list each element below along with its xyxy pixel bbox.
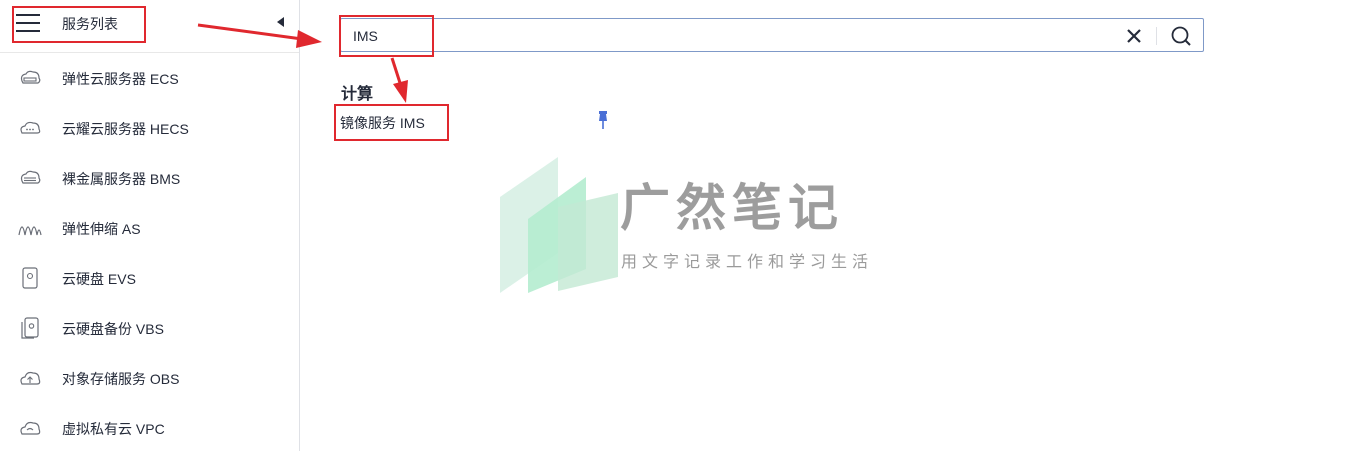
search-icon[interactable]	[1170, 25, 1192, 47]
sidebar-item-as[interactable]: 弹性伸缩 AS	[0, 203, 299, 253]
autoscaling-icon	[18, 226, 42, 236]
obs-cloud-icon	[20, 371, 41, 385]
sidebar-item-label: 弹性云服务器 ECS	[62, 71, 179, 87]
vbs-backup-icon	[21, 317, 39, 339]
sidebar-item-vpc[interactable]: 虚拟私有云 VPC	[0, 403, 299, 453]
service-search-box	[340, 18, 1204, 52]
sidebar-item-label: 云硬盘 EVS	[62, 271, 136, 287]
sidebar-item-hecs[interactable]: 云耀云服务器 HECS	[0, 103, 299, 153]
search-divider	[1156, 27, 1157, 45]
evs-disk-icon	[22, 267, 38, 289]
sidebar-item-ecs[interactable]: 弹性云服务器 ECS	[0, 53, 299, 103]
watermark-title: 广然笔记	[620, 179, 844, 237]
sidebar-item-label: 云耀云服务器 HECS	[62, 121, 189, 137]
sidebar-item-label: 虚拟私有云 VPC	[62, 421, 165, 437]
sidebar-item-label: 云硬盘备份 VBS	[62, 321, 164, 337]
collapse-sidebar-icon[interactable]	[275, 16, 285, 28]
sidebar-item-obs[interactable]: 对象存储服务 OBS	[0, 353, 299, 403]
result-category-title: 计算	[341, 86, 374, 103]
sidebar-item-label: 对象存储服务 OBS	[62, 371, 180, 387]
watermark-logo	[500, 157, 618, 293]
sidebar-item-evs[interactable]: 云硬盘 EVS	[0, 253, 299, 303]
ecs-icon	[20, 70, 41, 84]
annotation-box-service-list	[12, 6, 146, 43]
sidebar-item-vbs[interactable]: 云硬盘备份 VBS	[0, 303, 299, 353]
bms-icon	[20, 170, 41, 184]
service-list-sidebar: 服务列表 弹性云服务器 ECS 云耀云服务器 HECS 裸金属服务器 BMS 弹…	[0, 0, 300, 451]
annotation-box-result	[334, 104, 449, 141]
clear-icon[interactable]	[1125, 27, 1143, 45]
annotation-box-search	[339, 15, 434, 57]
sidebar-item-bms[interactable]: 裸金属服务器 BMS	[0, 153, 299, 203]
hecs-cloud-icon	[20, 121, 41, 134]
watermark-subtitle: 用文字记录工作和学习生活	[621, 252, 874, 271]
sidebar-item-label: 弹性伸缩 AS	[62, 221, 141, 237]
pin-icon[interactable]	[596, 110, 610, 130]
vpc-cloud-icon	[20, 421, 41, 435]
sidebar-item-label: 裸金属服务器 BMS	[62, 171, 181, 187]
search-input[interactable]	[353, 26, 1113, 46]
